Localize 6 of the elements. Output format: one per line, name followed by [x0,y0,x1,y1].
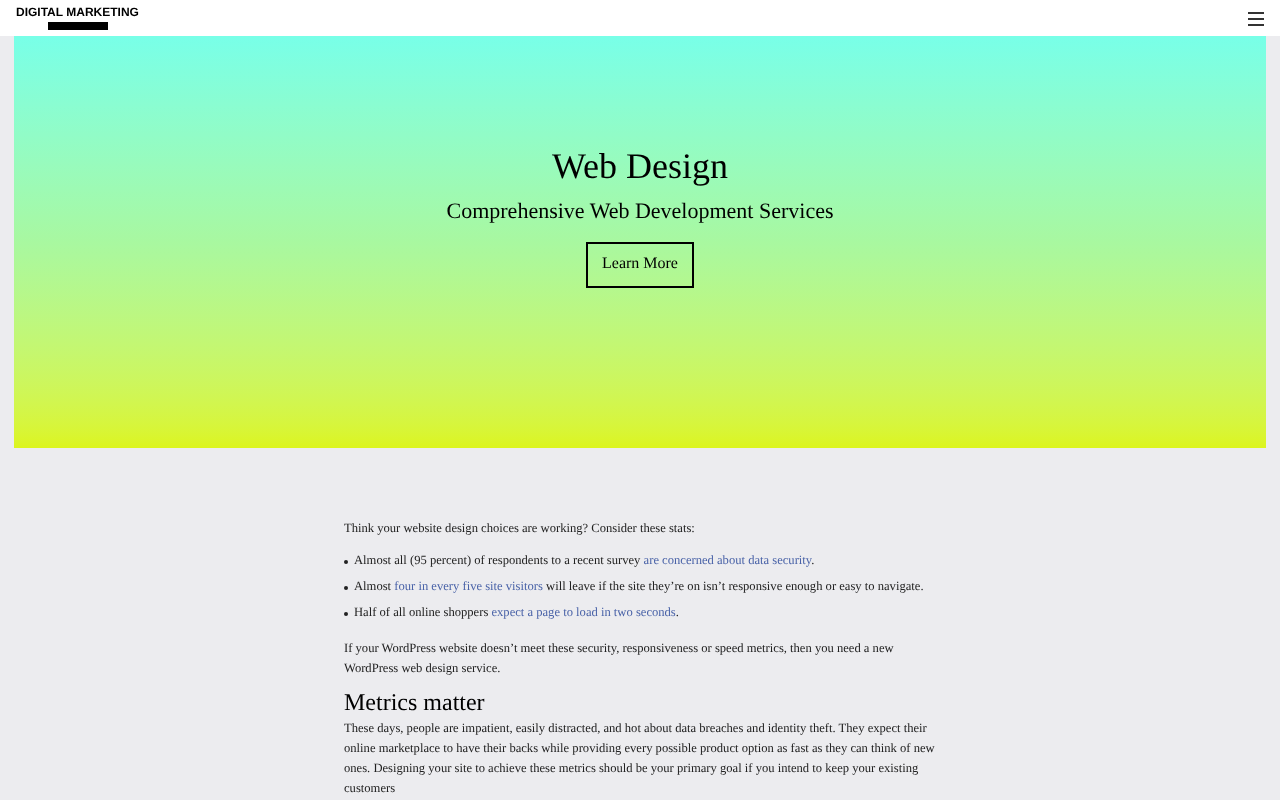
menu-icon[interactable] [1248,11,1264,25]
hero-title: Web Design [551,144,729,188]
logo-bar-icon [47,21,108,29]
hero-subtitle: Comprehensive Web Development Services [446,198,834,228]
learn-more-button[interactable]: Learn More [586,241,694,287]
section-heading: Metrics matter [344,688,487,716]
